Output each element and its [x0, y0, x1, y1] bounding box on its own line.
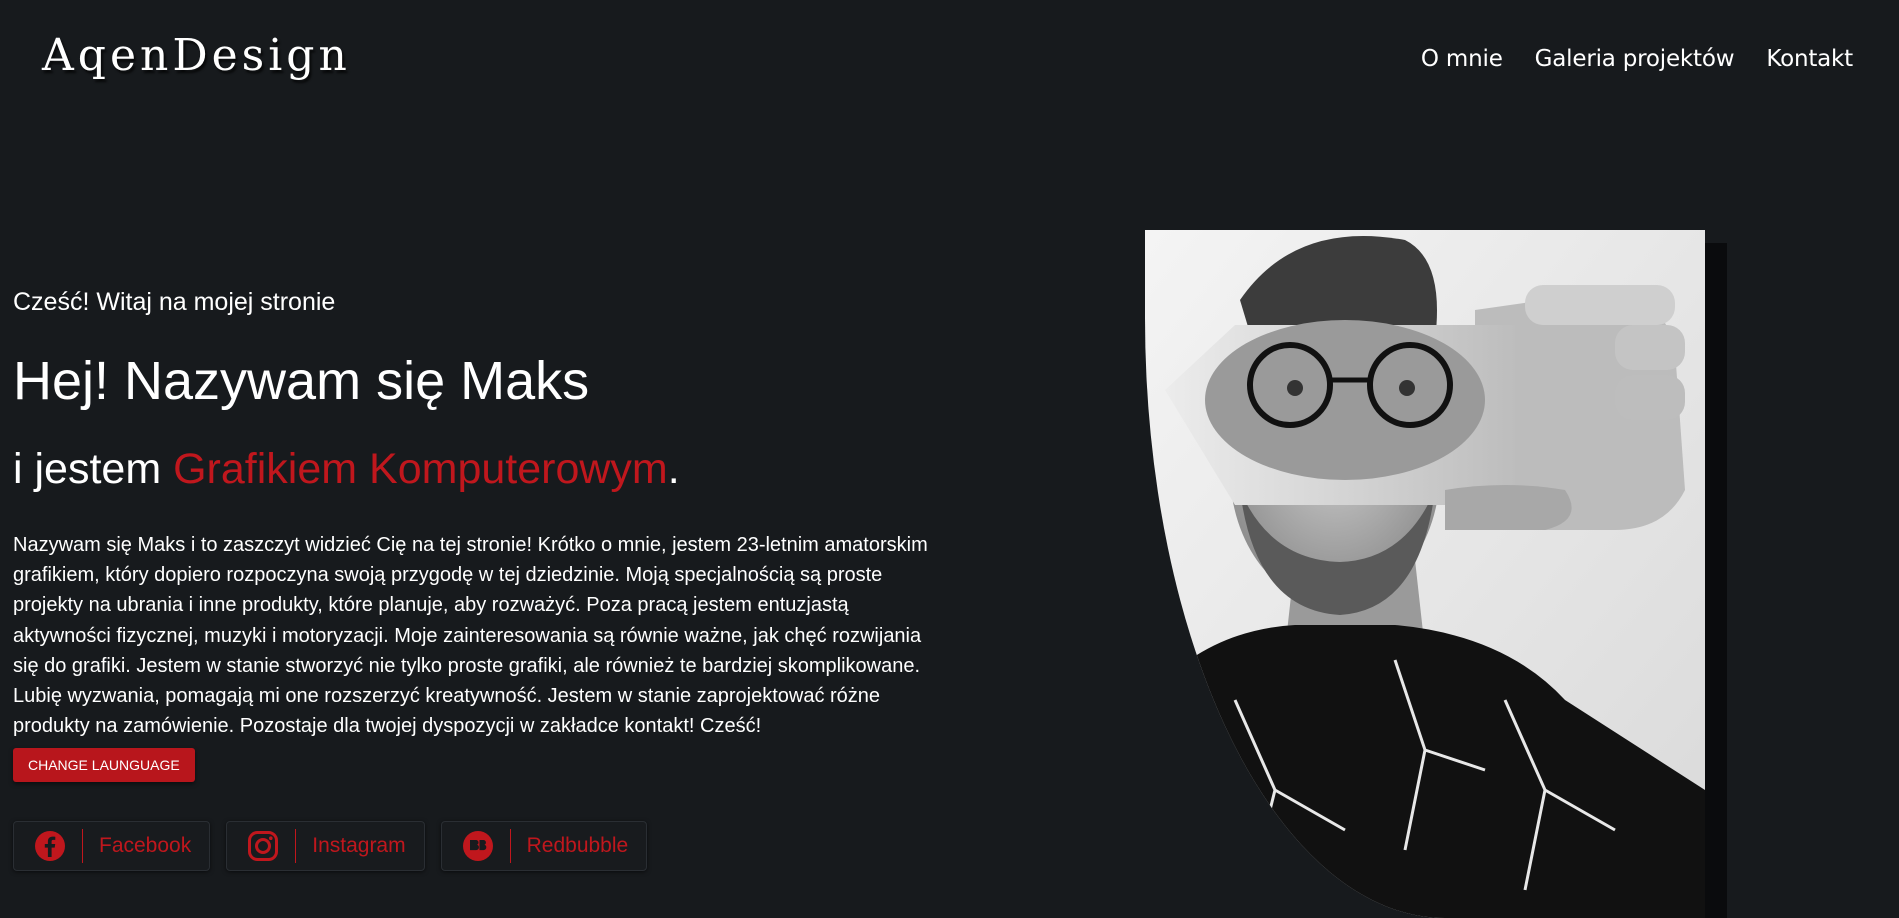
- social-link-facebook[interactable]: Facebook: [13, 821, 211, 871]
- divider: [509, 829, 511, 863]
- facebook-icon: [34, 830, 66, 862]
- main-nav: O mnie Galeria projektów Kontakt: [1421, 46, 1853, 72]
- social-label-redbubble: Redbubble: [526, 834, 629, 857]
- redbubble-icon: [462, 830, 494, 862]
- hero-headline: Hej! Nazywam się Maks: [13, 351, 590, 411]
- divider: [295, 829, 297, 863]
- social-link-instagram[interactable]: Instagram: [226, 821, 425, 871]
- nav-link-about[interactable]: O mnie: [1421, 46, 1503, 72]
- instagram-icon: [247, 830, 279, 862]
- subline-accent: Grafikiem Komputerowym: [173, 445, 668, 493]
- subline-prefix: i jestem: [13, 445, 174, 493]
- bio-paragraph: Nazywam się Maks i to zaszczyt widzieć C…: [13, 534, 928, 738]
- subline-suffix: .: [667, 445, 680, 493]
- site-logo[interactable]: AqenDesign: [42, 30, 351, 81]
- nav-link-gallery[interactable]: Galeria projektów: [1535, 46, 1735, 72]
- change-language-button[interactable]: CHANGE LAUNGUAGE: [13, 748, 195, 782]
- portrait-photo: [1145, 230, 1705, 918]
- social-label-instagram: Instagram: [312, 834, 406, 857]
- social-link-redbubble[interactable]: Redbubble: [440, 821, 648, 871]
- social-links: Facebook Instagram Redbubble: [13, 821, 648, 871]
- social-label-facebook: Facebook: [99, 834, 192, 857]
- hero-subline: i jestem Grafikiem Komputerowym.: [13, 445, 680, 494]
- divider: [82, 829, 83, 863]
- nav-link-contact[interactable]: Kontakt: [1766, 46, 1853, 72]
- greeting-text: Cześć! Witaj na mojej stronie: [13, 288, 336, 316]
